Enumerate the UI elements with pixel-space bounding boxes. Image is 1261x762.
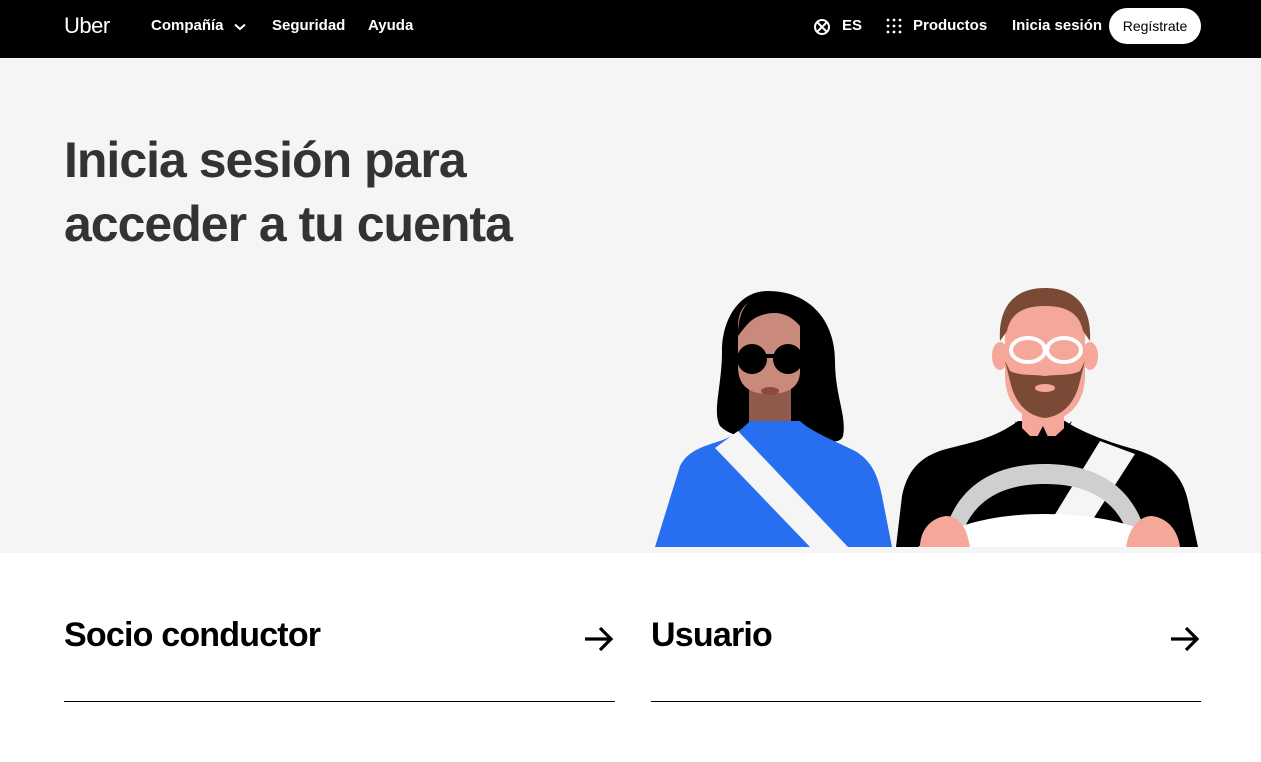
uber-logo[interactable]: Uber	[64, 13, 110, 39]
language-selector[interactable]: ES	[842, 17, 862, 34]
arrow-right-icon	[1169, 625, 1201, 658]
riders-illustration	[650, 226, 1200, 556]
hero-section: Inicia sesión para acceder a tu cuenta	[0, 58, 1261, 553]
chevron-down-icon	[234, 18, 246, 35]
driver-partner-label: Socio conductor	[64, 616, 321, 654]
rider-label: Usuario	[651, 616, 773, 654]
arrow-right-icon	[583, 625, 615, 658]
driver-partner-option[interactable]: Socio conductor	[64, 616, 615, 702]
nav-products-link[interactable]: Productos	[913, 17, 987, 34]
signup-button[interactable]: Regístrate	[1109, 8, 1201, 44]
top-navigation-bar: Uber Compañía Seguridad Ayuda ES Product…	[0, 0, 1261, 58]
rider-option[interactable]: Usuario	[651, 616, 1201, 702]
grid-apps-icon[interactable]	[886, 18, 902, 39]
globe-icon[interactable]	[813, 18, 831, 41]
nav-company-dropdown[interactable]: Compañía	[151, 17, 246, 35]
nav-company-label: Compañía	[151, 17, 224, 34]
nav-safety-link[interactable]: Seguridad	[272, 17, 345, 34]
nav-help-link[interactable]: Ayuda	[368, 17, 413, 34]
page-title: Inicia sesión para acceder a tu cuenta	[64, 132, 513, 252]
nav-login-link[interactable]: Inicia sesión	[1012, 17, 1102, 34]
